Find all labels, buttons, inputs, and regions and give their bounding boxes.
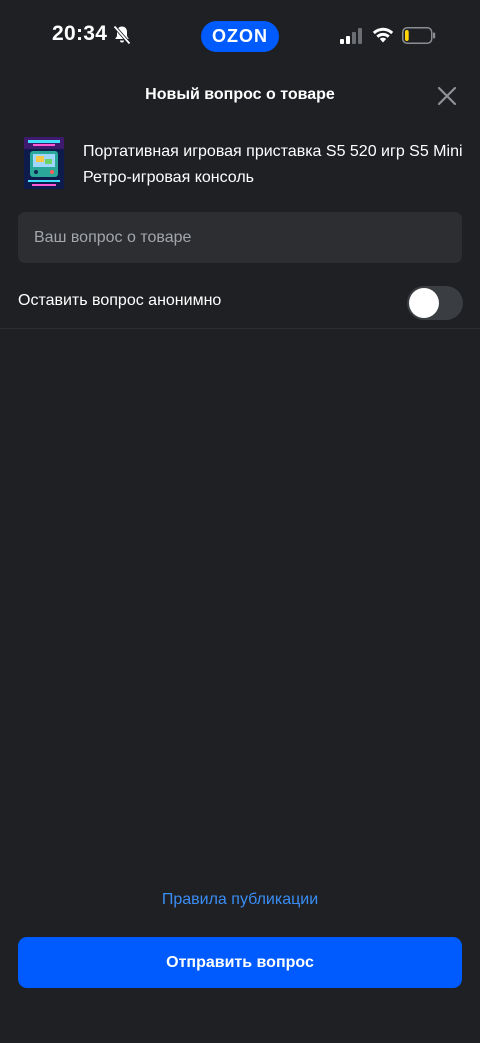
close-button[interactable] bbox=[436, 85, 458, 107]
bell-slash-icon bbox=[113, 25, 131, 45]
anonymous-label: Оставить вопрос анонимно bbox=[18, 292, 222, 309]
battery-icon bbox=[402, 27, 436, 44]
publication-rules-link[interactable]: Правила публикации bbox=[0, 891, 480, 909]
anonymous-toggle[interactable] bbox=[407, 286, 463, 320]
page-title: Новый вопрос о товаре bbox=[145, 86, 335, 103]
wifi-icon bbox=[372, 27, 394, 43]
status-bar: 20:34 OZON bbox=[0, 0, 480, 72]
toggle-knob bbox=[409, 288, 439, 318]
product-thumbnail bbox=[24, 137, 64, 189]
product-title[interactable]: Портативная игровая приставка S5 520 игр… bbox=[83, 139, 468, 191]
question-field[interactable] bbox=[18, 212, 462, 263]
ozon-logo: OZON bbox=[201, 21, 279, 52]
question-screen: 20:34 OZON Новый вопрос о товаре Портати… bbox=[0, 0, 480, 1043]
divider bbox=[0, 328, 480, 329]
submit-question-button[interactable]: Отправить вопрос bbox=[18, 937, 462, 988]
close-icon bbox=[437, 86, 457, 106]
game-console-image bbox=[24, 137, 64, 189]
signal-icon bbox=[340, 28, 362, 44]
question-input[interactable] bbox=[32, 227, 448, 248]
status-time: 20:34 bbox=[52, 22, 108, 45]
